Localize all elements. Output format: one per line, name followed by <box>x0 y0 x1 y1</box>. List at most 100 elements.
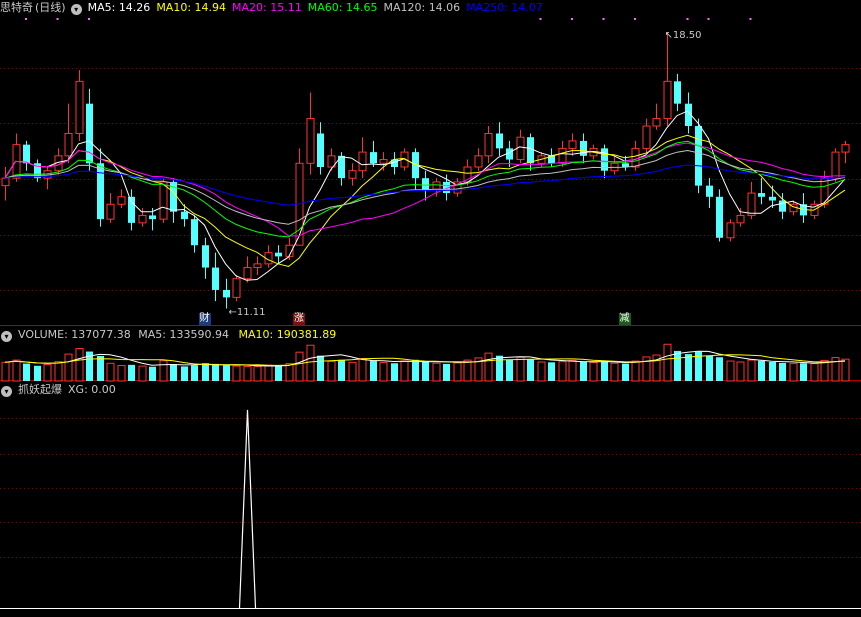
candle-down <box>758 193 765 197</box>
chevron-down-icon[interactable]: ▾ <box>1 331 12 342</box>
candle-up <box>159 181 168 220</box>
volume-bar-up <box>820 359 829 382</box>
event-marker[interactable]: 减 <box>618 313 631 325</box>
volume-bar-up <box>484 352 493 382</box>
volume-bar-up <box>789 363 798 382</box>
volume-bar-down <box>128 364 135 381</box>
volume-ma10-value: 190381.89 <box>276 328 337 341</box>
candle-down <box>706 185 713 197</box>
signal-dot <box>707 18 710 20</box>
candle-up <box>747 192 756 216</box>
volume-bar-down <box>758 360 765 381</box>
volume-bar-down <box>506 359 513 381</box>
candle-up <box>663 80 672 120</box>
volume-bar-up <box>841 358 850 382</box>
event-marker[interactable]: 财 <box>198 313 211 325</box>
candle-down <box>527 137 534 164</box>
volume-value: 137077.38 <box>71 328 131 341</box>
chart-svg[interactable] <box>0 0 861 613</box>
volume-bar-up <box>54 361 63 382</box>
candle-up <box>358 151 367 172</box>
volume-bar-down <box>422 361 429 381</box>
candle-up <box>642 125 651 149</box>
candle-up <box>841 144 850 153</box>
ma-legend-item: MA10: 14.94 <box>156 1 227 14</box>
volume-bar-down <box>779 362 786 381</box>
signal-dot <box>634 18 636 20</box>
candle-down <box>317 133 324 167</box>
candle-down <box>223 289 230 298</box>
candle-down <box>181 211 188 220</box>
volume-bar-down <box>800 363 807 381</box>
volume-bar-up <box>117 364 126 382</box>
chart-stage[interactable]: 思特奇 (日线) ▾ MA5: 14.26 MA10: 14.94 MA20: 15.11… <box>0 0 861 613</box>
ma-legend-value: 14.07 <box>511 1 543 14</box>
volume-bar-up <box>1 361 10 382</box>
candle-down <box>370 152 377 164</box>
event-marker[interactable]: 涨 <box>293 313 305 325</box>
volume-bar-down <box>223 365 230 381</box>
candle-down <box>149 215 156 220</box>
volume-bar-down <box>601 361 608 381</box>
ma-legend-name: MA120 <box>383 1 422 14</box>
volume-bar-up <box>232 365 241 382</box>
volume-bar-down <box>181 366 188 381</box>
candle-down <box>191 219 198 246</box>
ma-legend-item: MA60: 14.65 <box>307 1 378 14</box>
volume-bar-up <box>64 353 73 382</box>
ma-legend-item: MA250: 14.07 <box>466 1 543 14</box>
candle-up <box>75 80 84 134</box>
candle-up <box>117 196 126 205</box>
candle-up <box>379 159 388 164</box>
volume-bar-up <box>327 360 336 382</box>
volume-bar-up <box>12 359 21 382</box>
volume-bar-down <box>370 360 377 381</box>
ma-legend-name: MA60 <box>307 1 339 14</box>
candle-up <box>631 147 640 168</box>
high-price-value: 18.50 <box>672 29 702 41</box>
volume-bar-down <box>338 359 345 381</box>
candle-up <box>64 132 73 157</box>
candle-up <box>726 222 735 239</box>
volume-bar-down <box>443 363 450 381</box>
volume-bar-up <box>610 362 619 382</box>
ma-legend-value: 14.26 <box>118 1 151 14</box>
chevron-down-icon[interactable]: ▾ <box>70 4 82 15</box>
signal-dot <box>602 18 605 20</box>
volume-ma10-label: MA10 <box>238 328 270 341</box>
volume-bar-down <box>202 363 209 381</box>
volume-bar-up <box>253 366 262 382</box>
volume-bar-down <box>580 361 587 381</box>
ma-legend-name: MA10 <box>156 1 188 14</box>
candle-up <box>306 118 315 164</box>
low-price-label: ←11.11 <box>228 306 266 318</box>
candle-up <box>138 214 147 224</box>
volume-bar-up <box>285 363 294 382</box>
volume-bar-up <box>432 362 441 382</box>
volume-bar-up <box>243 365 252 382</box>
volume-bar-down <box>391 363 398 381</box>
volume-bar-up <box>106 362 115 382</box>
candle-down <box>422 178 429 190</box>
candle-down <box>769 196 776 201</box>
candle-down <box>496 133 503 149</box>
volume-bar-down <box>191 365 198 381</box>
volume-bar-up <box>589 362 598 382</box>
volume-ma5-value: 133590.94 <box>169 328 229 341</box>
volume-bar-up <box>306 344 315 382</box>
stock-title: 思特奇 <box>0 1 33 14</box>
candle-down <box>716 196 723 238</box>
candle-up <box>484 132 493 157</box>
volume-bar-up <box>537 361 546 382</box>
candle-up <box>568 140 577 149</box>
volume-bar-up <box>358 358 367 382</box>
volume-bar-down <box>149 366 156 381</box>
chevron-down-icon[interactable]: ▾ <box>1 386 12 397</box>
volume-bar-down <box>527 359 534 381</box>
xg-value: 0.00 <box>91 383 116 396</box>
volume-bar-up <box>379 362 388 382</box>
ma-legend-item: MA120: 14.06 <box>383 1 461 14</box>
volume-bar-up <box>43 364 52 382</box>
volume-bar-down <box>34 365 41 381</box>
volume-bar-down <box>685 354 692 381</box>
